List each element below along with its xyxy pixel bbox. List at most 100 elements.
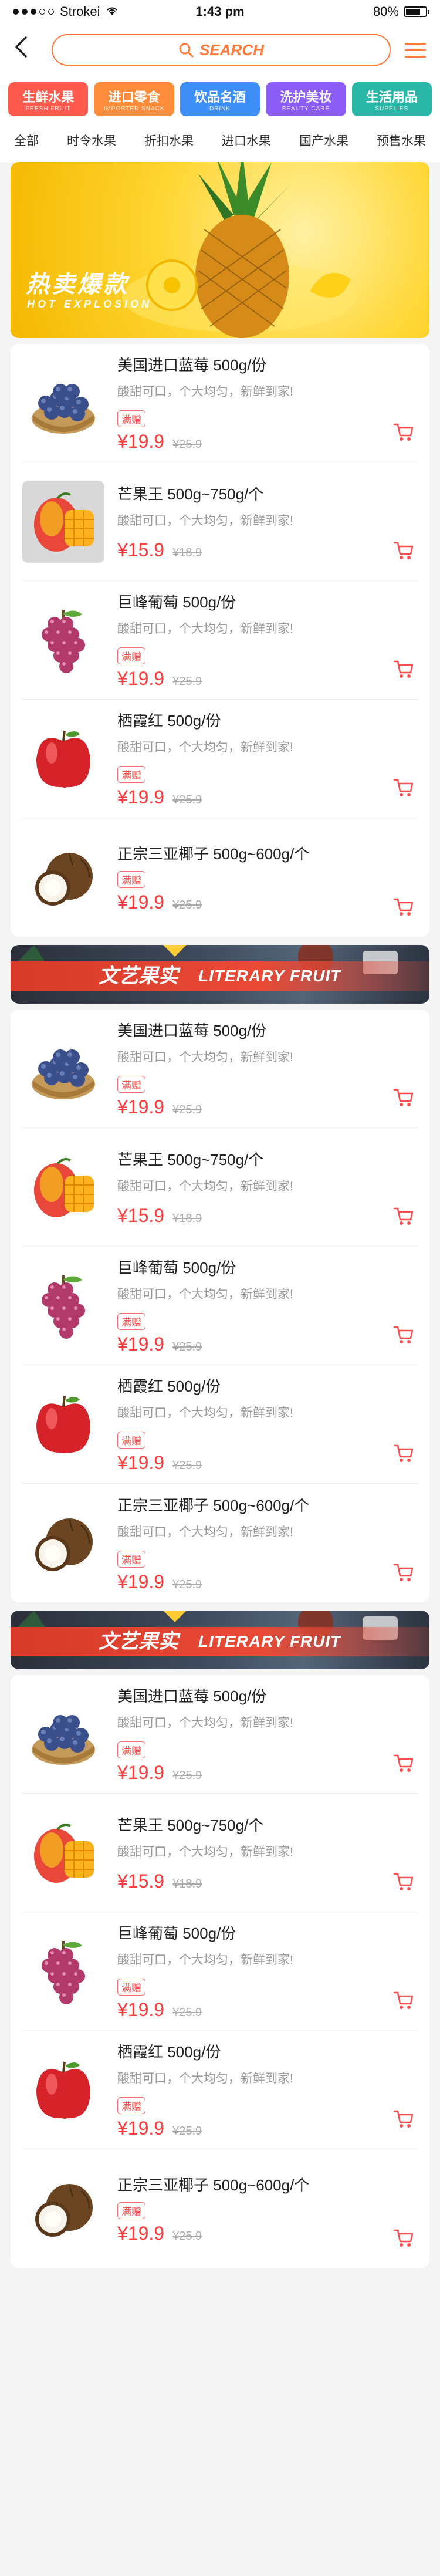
price-row: ¥19.9 ¥25.9 xyxy=(117,2223,418,2244)
product-list: 美国进口蓝莓 500g/份 酸甜可口，个大均匀，新鲜到家! 满赠 ¥19.9 ¥25.9… xyxy=(11,1010,429,1602)
add-to-cart-button[interactable] xyxy=(393,1088,414,1111)
search-placeholder: SEARCH xyxy=(199,40,264,59)
literary-fruit-banner[interactable]: 文艺果实 LITERARY FRUIT xyxy=(11,1611,429,1669)
tab-3[interactable]: 进口水果 xyxy=(222,127,271,154)
search-input[interactable]: SEARCH xyxy=(52,34,391,66)
blueberry-image xyxy=(22,1028,104,1110)
category-2[interactable]: 饮品名酒 DRINK xyxy=(180,82,260,116)
product-item[interactable]: 芒果王 500g~750g/个 酸甜可口，个大均匀，新鲜到家! ¥15.9 ¥18.9 xyxy=(22,1794,418,1912)
product-info: 美国进口蓝莓 500g/份 酸甜可口，个大均匀，新鲜到家! 满赠 ¥19.9 ¥25.9 xyxy=(117,353,418,453)
product-info: 芒果王 500g~750g/个 酸甜可口，个大均匀，新鲜到家! ¥15.9 ¥18.9 xyxy=(117,1803,418,1903)
pineapple-image xyxy=(122,162,357,338)
price: ¥15.9 xyxy=(117,539,165,561)
promo-tag: 满赠 xyxy=(117,1432,145,1449)
category-4[interactable]: 生活用品 SUPPLIES xyxy=(351,82,432,116)
add-to-cart-button[interactable] xyxy=(393,1754,414,1777)
apple-image xyxy=(22,1383,104,1466)
product-item[interactable]: 栖霞红 500g/份 酸甜可口，个大均匀，新鲜到家! 满赠 ¥19.9 ¥25.9 xyxy=(22,700,418,818)
product-item[interactable]: 栖霞红 500g/份 酸甜可口，个大均匀，新鲜到家! 满赠 ¥19.9 ¥25.9 xyxy=(22,2031,418,2149)
product-item[interactable]: 芒果王 500g~750g/个 酸甜可口，个大均匀，新鲜到家! ¥15.9 ¥18.9 xyxy=(22,462,418,581)
price: ¥19.9 xyxy=(117,1452,165,1473)
product-item[interactable]: 巨峰葡萄 500g/份 酸甜可口，个大均匀，新鲜到家! 满赠 ¥19.9 ¥25.9 xyxy=(22,581,418,700)
add-to-cart-button[interactable] xyxy=(393,1872,414,1895)
original-price: ¥25.9 xyxy=(172,2006,202,2019)
category-3[interactable]: 洗护美妆 BEAUTY CARE xyxy=(266,82,346,116)
add-to-cart-button[interactable] xyxy=(393,1207,414,1230)
product-item[interactable]: 正宗三亚椰子 500g~600g/个 满赠 ¥19.9 ¥25.9 xyxy=(22,2149,418,2268)
add-to-cart-button[interactable] xyxy=(393,897,414,920)
cart-icon xyxy=(393,1564,414,1585)
category-bar: 生鲜水果 FRESH FRUIT 进口零食 IMPORTED SNACK 饮品名酒 DRI… xyxy=(0,76,440,119)
product-desc: 酸甜可口，个大均匀，新鲜到家! xyxy=(117,1406,293,1420)
add-to-cart-button[interactable] xyxy=(393,778,414,801)
promo-tag: 满赠 xyxy=(117,2097,145,2114)
tab-0[interactable]: 全部 xyxy=(14,127,39,154)
product-item[interactable]: 巨峰葡萄 500g/份 酸甜可口，个大均匀，新鲜到家! 满赠 ¥19.9 ¥25.9 xyxy=(22,1247,418,1365)
price-row: ¥19.9 ¥25.9 xyxy=(117,1571,418,1593)
add-to-cart-button[interactable] xyxy=(393,541,414,564)
promo-tag: 满赠 xyxy=(117,2202,145,2219)
price: ¥19.9 xyxy=(117,891,165,913)
literary-fruit-banner[interactable]: 文艺果实 LITERARY FRUIT xyxy=(11,945,429,1004)
price: ¥15.9 xyxy=(117,1204,165,1226)
tab-4[interactable]: 国产水果 xyxy=(299,127,348,154)
add-to-cart-button[interactable] xyxy=(393,2109,414,2132)
product-item[interactable]: 美国进口蓝莓 500g/份 酸甜可口，个大均匀，新鲜到家! 满赠 ¥19.9 ¥25.9 xyxy=(22,344,418,462)
category-title: 饮品名酒 xyxy=(194,89,246,104)
price-row: ¥19.9 ¥25.9 xyxy=(117,786,418,808)
product-item[interactable]: 正宗三亚椰子 500g~600g/个 满赠 ¥19.9 ¥25.9 xyxy=(22,818,418,937)
price: ¥19.9 xyxy=(117,431,165,452)
original-price: ¥25.9 xyxy=(172,1103,202,1116)
product-name: 美国进口蓝莓 500g/份 xyxy=(117,1022,267,1039)
add-to-cart-button[interactable] xyxy=(393,1991,414,2014)
product-name: 芒果王 500g~750g/个 xyxy=(117,485,264,503)
category-subtitle: SUPPLIES xyxy=(375,105,409,112)
category-0[interactable]: 生鲜水果 FRESH FRUIT xyxy=(8,82,89,116)
cart-icon xyxy=(393,898,414,920)
price-row: ¥19.9 ¥25.9 xyxy=(117,431,418,453)
add-to-cart-button[interactable] xyxy=(393,1325,414,1348)
product-name: 芒果王 500g~750g/个 xyxy=(117,1816,264,1834)
product-list: 美国进口蓝莓 500g/份 酸甜可口，个大均匀，新鲜到家! 满赠 ¥19.9 ¥25.9… xyxy=(11,344,429,937)
original-price: ¥25.9 xyxy=(172,2229,202,2243)
product-info: 美国进口蓝莓 500g/份 酸甜可口，个大均匀，新鲜到家! 满赠 ¥19.9 ¥25.9 xyxy=(117,1019,418,1119)
apple-image xyxy=(22,2049,104,2131)
product-item[interactable]: 美国进口蓝莓 500g/份 酸甜可口，个大均匀，新鲜到家! 满赠 ¥19.9 ¥25.9 xyxy=(22,1010,418,1128)
cart-icon xyxy=(393,2110,414,2132)
product-item[interactable]: 巨峰葡萄 500g/份 酸甜可口，个大均匀，新鲜到家! 满赠 ¥19.9 ¥25.9 xyxy=(22,1912,418,2031)
add-to-cart-button[interactable] xyxy=(393,1444,414,1467)
product-item[interactable]: 美国进口蓝莓 500g/份 酸甜可口，个大均匀，新鲜到家! 满赠 ¥19.9 ¥25.9 xyxy=(22,1675,418,1794)
original-price: ¥18.9 xyxy=(172,1877,202,1890)
category-subtitle: IMPORTED SNACK xyxy=(103,105,165,112)
category-1[interactable]: 进口零食 IMPORTED SNACK xyxy=(94,82,174,116)
product-item[interactable]: 正宗三亚椰子 500g~600g/个 酸甜可口，个大均匀，新鲜到家! 满赠 ¥19.9… xyxy=(22,1484,418,1602)
tab-5[interactable]: 预售水果 xyxy=(377,127,426,154)
category-title: 生鲜水果 xyxy=(22,89,75,104)
add-to-cart-button[interactable] xyxy=(393,660,414,683)
back-button[interactable] xyxy=(14,35,38,65)
promo-tag: 满赠 xyxy=(117,766,145,783)
promo-tag: 满赠 xyxy=(117,1076,145,1093)
add-to-cart-button[interactable] xyxy=(393,423,414,445)
product-name: 巨峰葡萄 500g/份 xyxy=(117,1925,236,1942)
mango-image xyxy=(22,1146,104,1228)
product-info: 美国进口蓝莓 500g/份 酸甜可口，个大均匀，新鲜到家! 满赠 ¥19.9 ¥25.9 xyxy=(117,1684,418,1784)
mango-image xyxy=(22,1812,104,1894)
product-desc: 酸甜可口，个大均匀，新鲜到家! xyxy=(117,1525,293,1539)
hero-banner[interactable]: 热卖爆款 HOT EXPLOSION xyxy=(11,162,429,338)
mango-image xyxy=(22,480,104,563)
cart-icon xyxy=(393,1326,414,1348)
product-name: 栖霞红 500g/份 xyxy=(117,2043,221,2061)
cart-icon xyxy=(393,660,414,682)
menu-button[interactable] xyxy=(405,42,426,58)
product-item[interactable]: 芒果王 500g~750g/个 酸甜可口，个大均匀，新鲜到家! ¥15.9 ¥18.9 xyxy=(22,1128,418,1247)
product-info: 芒果王 500g~750g/个 酸甜可口，个大均匀，新鲜到家! ¥15.9 ¥18.9 xyxy=(117,1137,418,1237)
add-to-cart-button[interactable] xyxy=(393,2229,414,2251)
product-item[interactable]: 栖霞红 500g/份 酸甜可口，个大均匀，新鲜到家! 满赠 ¥19.9 ¥25.9 xyxy=(22,1365,418,1484)
tab-1[interactable]: 时令水果 xyxy=(67,127,116,154)
header: SEARCH xyxy=(0,23,440,76)
add-to-cart-button[interactable] xyxy=(393,1563,414,1586)
cart-icon xyxy=(393,542,414,563)
tab-2[interactable]: 折扣水果 xyxy=(144,127,194,154)
wifi-icon xyxy=(106,4,119,19)
